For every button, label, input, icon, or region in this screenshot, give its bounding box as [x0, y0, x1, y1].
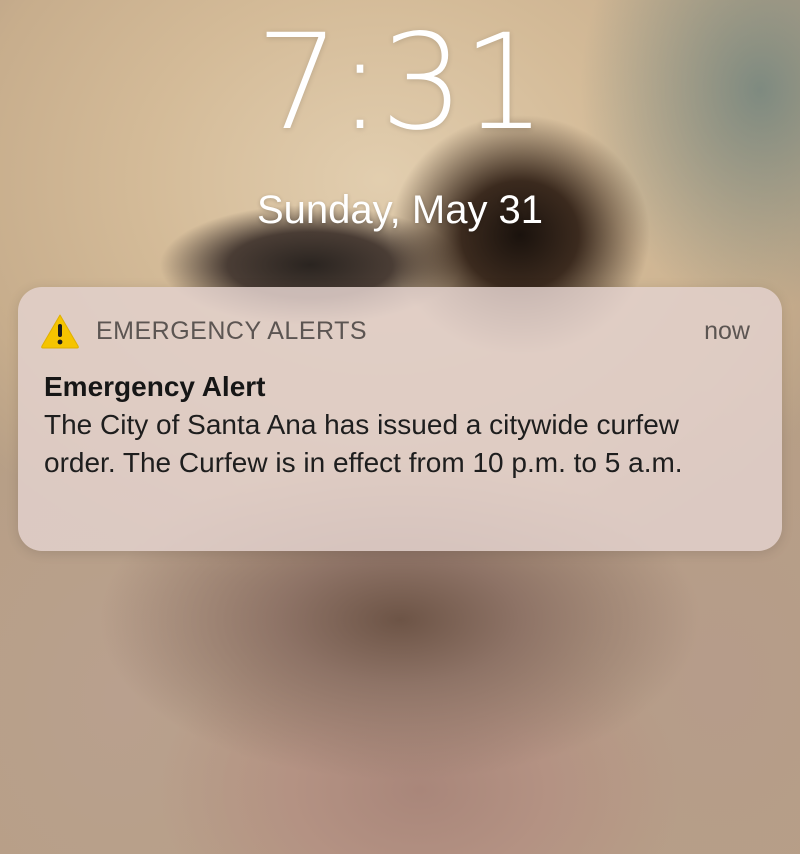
notification-body: The City of Santa Ana has issued a cityw… [44, 409, 683, 478]
notification-header: EMERGENCY ALERTS now [40, 313, 750, 349]
notification-app-name: EMERGENCY ALERTS [96, 316, 368, 345]
notification-timestamp: now [704, 316, 750, 345]
lock-screen-clock: 7:31 [255, 6, 546, 160]
lock-screen-date: Sunday, May 31 [256, 188, 544, 232]
notification-title: Emergency Alert [44, 371, 266, 402]
emergency-alert-notification[interactable]: EMERGENCY ALERTS now Emergency Alert The… [18, 287, 782, 551]
lock-screen: 7:31 Sunday, May 31 EMERGENCY ALERTS now… [0, 0, 800, 854]
warning-triangle-icon [41, 314, 79, 349]
